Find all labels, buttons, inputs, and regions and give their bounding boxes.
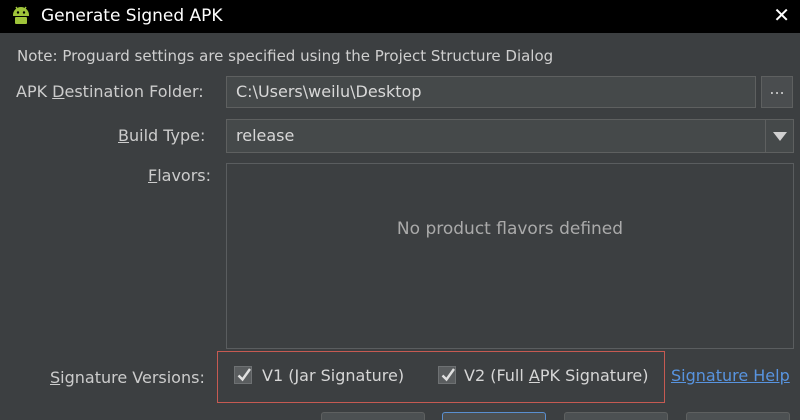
flavors-list[interactable]: No product flavors defined [226, 163, 794, 349]
flavors-label: Flavors: [148, 166, 212, 185]
v2-checkbox[interactable] [438, 366, 456, 384]
signature-help-link[interactable]: Signature Help [671, 365, 790, 387]
build-type-value: release [236, 126, 295, 145]
v1-checkbox[interactable] [234, 366, 252, 384]
finish-button[interactable] [442, 412, 546, 420]
checkmark-icon [441, 368, 455, 382]
v1-label[interactable]: V1 (Jar Signature) [262, 365, 404, 387]
title-bar: Generate Signed APK ✕ [0, 0, 800, 33]
cancel-button[interactable] [564, 412, 668, 420]
help-button[interactable] [686, 412, 790, 420]
browse-button[interactable]: ... [761, 76, 793, 108]
close-icon[interactable]: ✕ [773, 2, 790, 28]
signature-versions-label: Signature Versions: [50, 368, 205, 387]
destination-label: APK Destination Folder: [16, 82, 204, 101]
destination-folder-input[interactable]: C:\Users\weilu\Desktop [226, 76, 756, 108]
android-icon [13, 6, 29, 25]
build-type-select[interactable]: release [226, 119, 794, 153]
window-title: Generate Signed APK [41, 6, 223, 26]
chevron-down-icon [773, 132, 787, 141]
dropdown-button[interactable] [765, 120, 793, 152]
signature-versions-group: V1 (Jar Signature) V2 (Full APK Signatur… [217, 351, 665, 403]
flavors-empty-text: No product flavors defined [396, 219, 624, 239]
previous-button[interactable] [321, 412, 425, 420]
v2-label[interactable]: V2 (Full APK Signature) [464, 365, 649, 387]
checkmark-icon [237, 368, 251, 382]
proguard-note: Note: Proguard settings are specified us… [17, 47, 554, 65]
build-type-label: Build Type: [118, 126, 206, 145]
